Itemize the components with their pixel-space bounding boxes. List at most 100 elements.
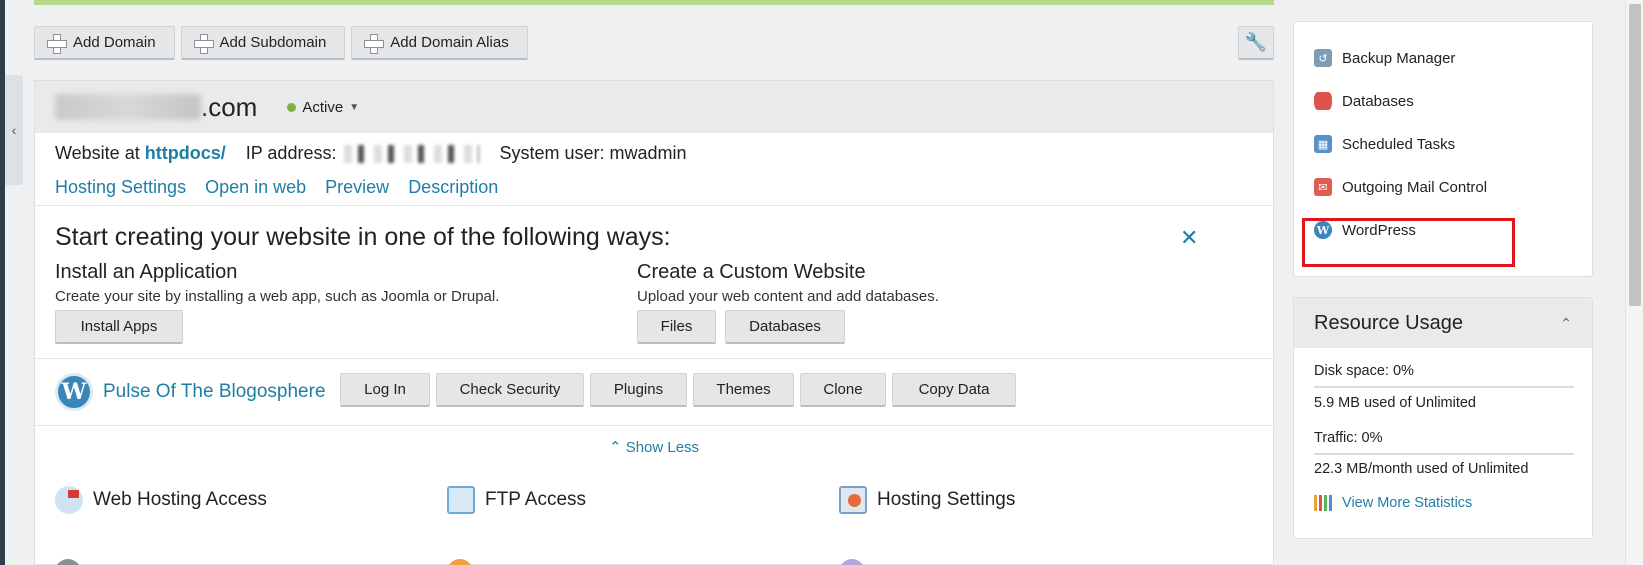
domain-tld: .com [201,91,258,122]
disk-usage-bar [1314,386,1574,388]
install-app-title: Install an Application [55,261,238,283]
divider [35,205,1273,206]
resource-usage-panel: Resource Usage ⌃ Disk space: 0% 5.9 MB u… [1293,297,1593,539]
add-domain-button[interactable]: Add Domain [34,26,175,60]
status-dropdown[interactable]: Active ▼ [287,99,359,116]
active-dot-icon [287,102,297,112]
disk-space-value: 0% [1392,363,1414,379]
traffic-value: 0% [1361,430,1383,446]
traffic-detail: 22.3 MB/month used of Unlimited [1314,461,1529,477]
hosting-settings-link[interactable]: Hosting Settings [55,177,186,198]
traffic-row: Traffic: 0% [1314,430,1383,446]
tools-button[interactable]: 🔧 [1238,26,1274,60]
view-more-statistics-label: View More Statistics [1342,495,1473,511]
wp-copy-data-button[interactable]: Copy Data [892,373,1016,407]
database-icon [1314,92,1332,110]
plus-icon [193,33,214,54]
hosting-settings-item[interactable]: Hosting Settings [839,486,1015,514]
divider [35,358,1273,359]
web-hosting-access-item[interactable]: Web Hosting Access [55,486,267,514]
custom-website-title: Create a Custom Website [637,261,866,283]
resource-usage-title: Resource Usage [1314,311,1463,334]
ip-address-redacted [344,144,480,163]
traffic-usage-bar [1314,453,1574,455]
disk-space-detail: 5.9 MB used of Unlimited [1314,395,1476,411]
add-domain-alias-button[interactable]: Add Domain Alias [351,26,528,60]
partial-icon [839,559,865,565]
calendar-icon: ▦ [1314,135,1332,153]
traffic-label: Traffic: [1314,430,1358,446]
domain-links: Hosting Settings Open in web Preview Des… [55,177,498,198]
plus-icon [364,33,385,54]
wp-themes-button[interactable]: Themes [693,373,794,407]
mail-icon: ✉ [1314,178,1332,196]
wrench-icon: 🔧 [1244,32,1268,52]
system-user-value: mwadmin [609,143,687,163]
sidebar-item-label: Databases [1342,92,1414,110]
scrollbar-thumb[interactable] [1629,4,1641,306]
wordpress-site-name[interactable]: Pulse Of The Blogosphere [103,381,326,403]
collapse-sidebar-button[interactable]: ‹ [5,75,23,185]
sidebar-item-scheduled-tasks[interactable]: ▦ Scheduled Tasks [1314,135,1455,153]
bar-chart-icon [1314,495,1332,512]
wp-plugins-button[interactable]: Plugins [590,373,687,407]
open-in-web-link[interactable]: Open in web [205,177,306,198]
divider [35,425,1273,426]
add-subdomain-label: Add Subdomain [219,34,327,51]
wordpress-icon: W [55,373,93,411]
partial-icon [447,559,473,565]
page-scrollbar[interactable] [1625,0,1643,565]
wp-check-security-button[interactable]: Check Security [436,373,584,407]
custom-website-desc: Upload your web content and add database… [637,288,939,305]
globe-flag-icon [55,486,83,514]
domain-info: Website at httpdocs/ IP address: System … [55,143,687,164]
ip-label: IP address: [245,143,337,163]
domain-name-redacted [55,94,201,120]
install-app-desc: Create your site by installing a web app… [55,288,500,305]
wordpress-actions: Log In Check Security Plugins Themes Clo… [340,373,1016,407]
chevron-up-icon: ⌃ [608,439,622,456]
website-at-label: Website at [55,143,140,163]
web-hosting-access-label: Web Hosting Access [93,489,267,510]
ftp-access-item[interactable]: FTP Access [447,486,586,514]
install-apps-button[interactable]: Install Apps [55,310,183,344]
chevron-left-icon: ‹ [11,122,17,138]
wp-login-button[interactable]: Log In [340,373,430,407]
add-subdomain-button[interactable]: Add Subdomain [180,26,346,60]
disk-space-label: Disk space: [1314,363,1389,379]
ftp-access-label: FTP Access [485,489,587,510]
show-less-link[interactable]: ⌃ Show Less [35,438,1273,456]
system-user-label: System user: [499,143,605,163]
wordpress-highlight-box [1302,218,1515,267]
wp-clone-button[interactable]: Clone [800,373,886,407]
close-icon[interactable]: ✕ [1180,225,1198,251]
description-link[interactable]: Description [408,177,498,198]
resource-usage-header[interactable]: Resource Usage ⌃ [1294,298,1592,348]
start-title: Start creating your website in one of th… [55,223,671,251]
sidebar-item-outgoing-mail[interactable]: ✉ Outgoing Mail Control [1314,178,1487,196]
hosting-settings-icon [839,486,867,514]
wordpress-site-row: W Pulse Of The Blogosphere Log In Check … [55,373,1016,411]
view-more-statistics-link[interactable]: View More Statistics [1314,495,1473,512]
backup-icon: ↺ [1314,49,1332,67]
sidebar-item-label: Outgoing Mail Control [1342,178,1488,196]
show-less-label: Show Less [625,439,700,456]
hosting-settings-label: Hosting Settings [877,489,1016,510]
databases-button[interactable]: Databases [725,310,845,344]
success-strip [34,0,1274,5]
httpdocs-link[interactable]: httpdocs/ [145,143,226,164]
domain-toolbar: Add Domain Add Subdomain Add Domain Alia… [34,26,528,60]
files-button[interactable]: Files [637,310,716,344]
plus-icon [47,33,67,54]
domain-header: .com Active ▼ [35,81,1273,133]
preview-link[interactable]: Preview [325,177,389,198]
disk-space-row: Disk space: 0% [1314,363,1414,379]
status-label: Active [302,98,344,116]
sidebar-item-backup-manager[interactable]: ↺ Backup Manager [1314,49,1455,67]
add-domain-label: Add Domain [73,34,156,51]
sidebar-item-label: Scheduled Tasks [1342,135,1456,153]
add-domain-alias-label: Add Domain Alias [390,34,509,51]
sidebar-item-databases[interactable]: Databases [1314,92,1414,110]
domain-panel: .com Active ▼ Website at httpdocs/ IP ad… [34,80,1274,565]
partial-icon [55,559,81,565]
